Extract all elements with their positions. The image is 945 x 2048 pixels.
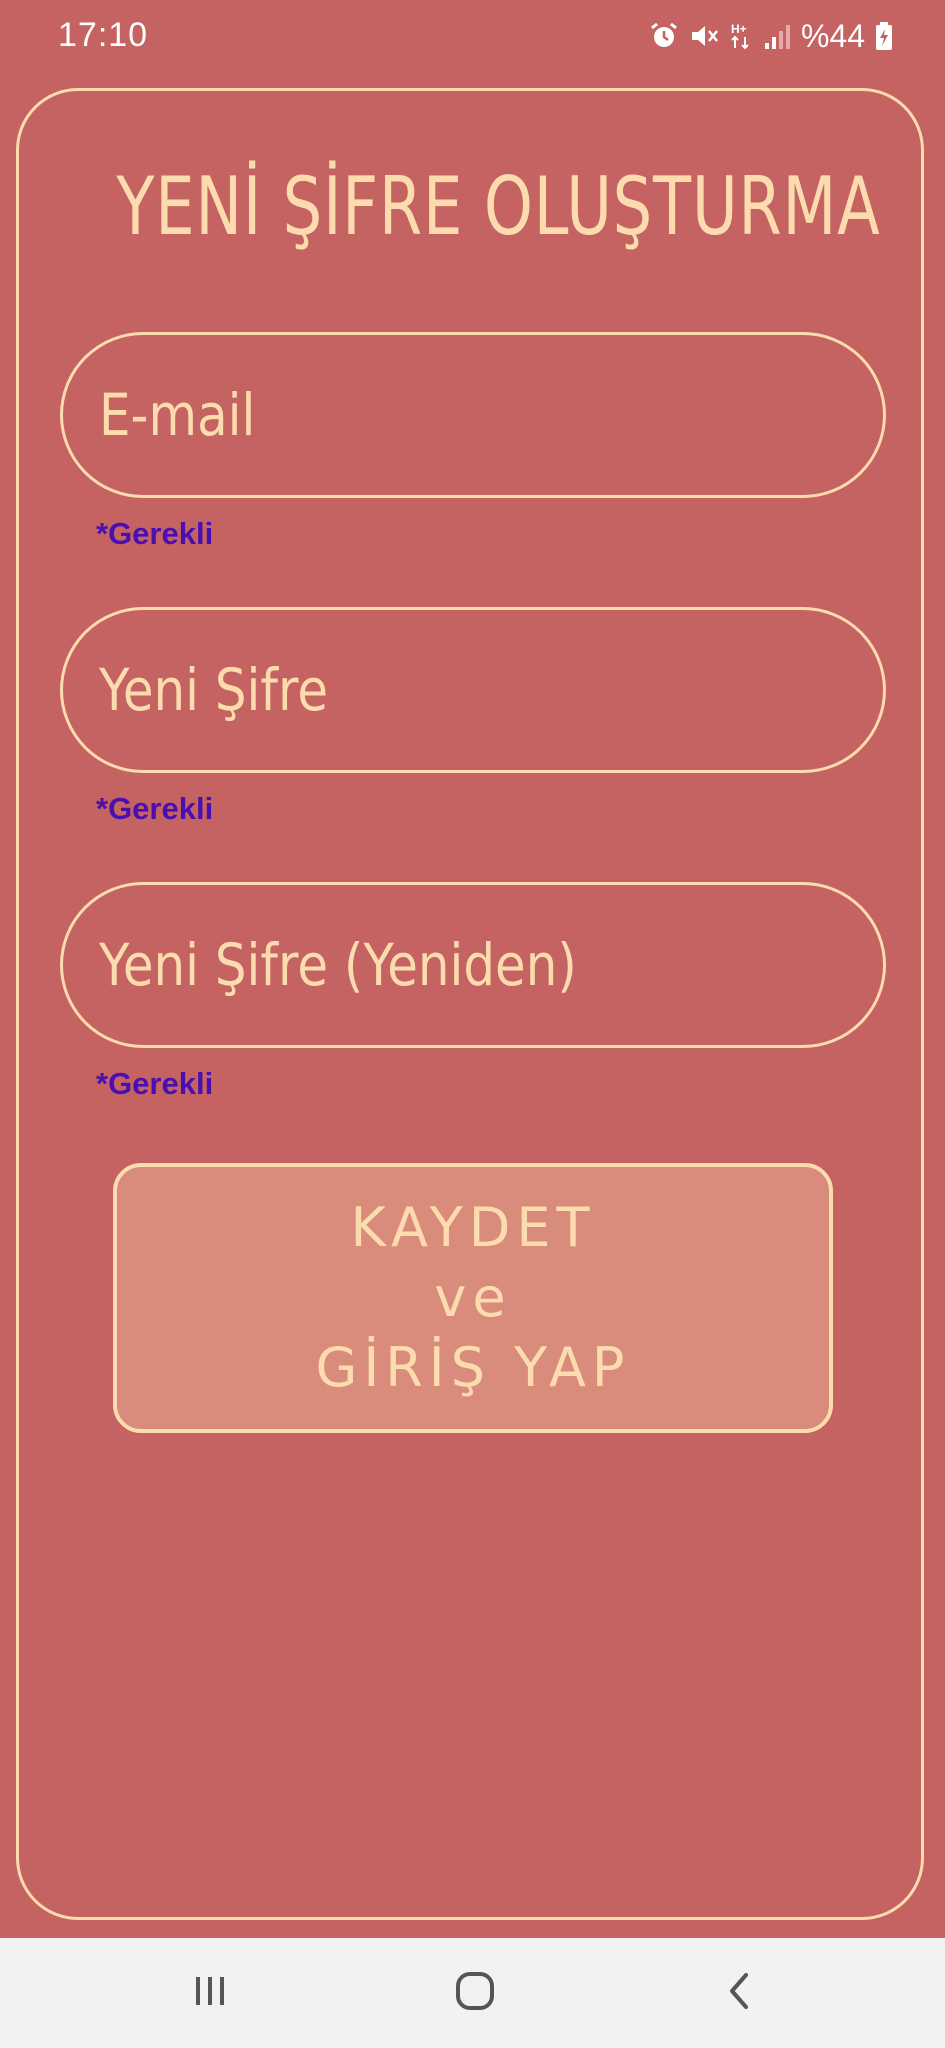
recent-apps-icon — [190, 1971, 230, 2016]
recent-apps-button[interactable] — [150, 1938, 270, 2048]
save-button-line-3: GİRİŞ YAP — [315, 1336, 631, 1399]
status-time: 17:10 — [58, 16, 149, 54]
save-button-line-2: ve — [434, 1266, 512, 1329]
confirm-password-required-hint: *Gerekli — [96, 1066, 214, 1101]
confirm-password-field[interactable]: Yeni Şifre (Yeniden) — [60, 882, 886, 1048]
battery-icon — [875, 21, 893, 51]
home-button[interactable] — [415, 1938, 535, 2048]
battery-percentage: %44 — [800, 17, 865, 54]
new-password-placeholder: Yeni Şifre — [99, 656, 329, 724]
network-data-icon: H+ — [729, 21, 753, 51]
email-required-hint: *Gerekli — [96, 516, 214, 551]
save-button-line-1: KAYDET — [350, 1196, 596, 1259]
back-button[interactable] — [680, 1938, 800, 2048]
status-icons: H+ %44 — [649, 14, 893, 58]
new-password-required-hint: *Gerekli — [96, 791, 214, 826]
home-icon — [453, 1969, 497, 2018]
new-password-field[interactable]: Yeni Şifre — [60, 607, 886, 773]
email-placeholder: E-mail — [99, 381, 256, 449]
email-field[interactable]: E-mail — [60, 332, 886, 498]
page-title: YENİ ŞİFRE OLUŞTURMA — [116, 160, 881, 253]
alarm-icon — [649, 21, 679, 51]
back-icon — [720, 1971, 760, 2016]
save-and-login-button[interactable]: KAYDET ve GİRİŞ YAP — [113, 1163, 833, 1433]
status-bar: 17:10 H+ %44 — [0, 0, 945, 72]
navigation-bar — [0, 1938, 945, 2048]
signal-icon — [763, 21, 791, 51]
confirm-password-placeholder: Yeni Şifre (Yeniden) — [99, 931, 577, 999]
mute-icon — [689, 21, 719, 51]
svg-text:H+: H+ — [731, 22, 747, 36]
